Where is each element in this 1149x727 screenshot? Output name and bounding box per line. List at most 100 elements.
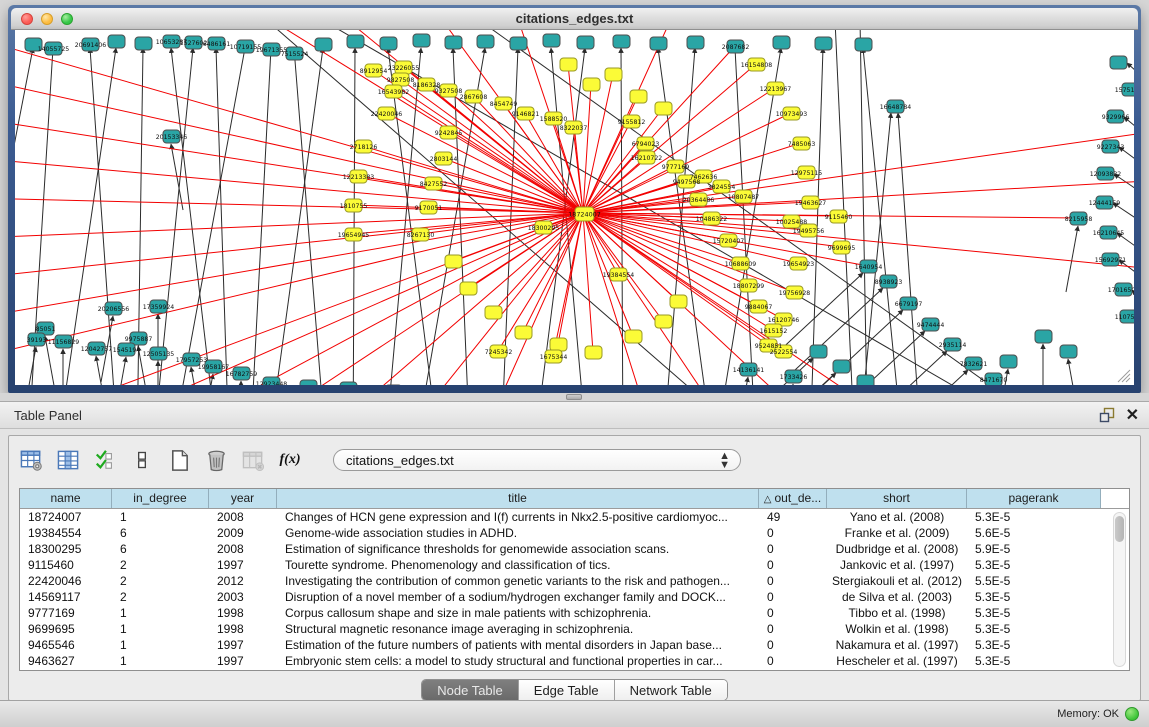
- table-cell[interactable]: Wolkin et al. (1998): [827, 621, 967, 637]
- table-mode-icon[interactable]: [19, 448, 43, 472]
- function-builder-icon[interactable]: f(x): [278, 448, 302, 472]
- graph-node[interactable]: [1035, 330, 1052, 343]
- graph-node[interactable]: [445, 255, 462, 268]
- table-cell[interactable]: 0: [759, 637, 827, 653]
- table-cell[interactable]: 1997: [209, 653, 277, 669]
- table-row[interactable]: 1872400712008Changes of HCN gene express…: [20, 509, 1129, 525]
- table-cell[interactable]: 1998: [209, 605, 277, 621]
- table-cell[interactable]: 49: [759, 509, 827, 525]
- table-row[interactable]: 1830029562008Estimation of significance …: [20, 541, 1129, 557]
- table-cell[interactable]: 0: [759, 573, 827, 589]
- graph-node[interactable]: [108, 35, 125, 48]
- graph-node[interactable]: [1110, 56, 1127, 69]
- table-cell[interactable]: Estimation of the future numbers of pati…: [277, 637, 759, 653]
- graph-node[interactable]: [687, 36, 704, 49]
- table-row[interactable]: 1456911722003Disruption of a novel membe…: [20, 589, 1129, 605]
- table-cell[interactable]: 9463627: [20, 653, 112, 669]
- table-cell[interactable]: 19384554: [20, 525, 112, 541]
- table-cell[interactable]: Changes of HCN gene expression and I(f) …: [277, 509, 759, 525]
- table-cell[interactable]: 5.3E-5: [967, 653, 1101, 669]
- column-header-title[interactable]: title: [277, 489, 759, 508]
- graph-node[interactable]: [815, 37, 832, 50]
- graph-node[interactable]: [833, 360, 850, 373]
- graph-node[interactable]: [413, 34, 430, 47]
- network-graph[interactable]: 1872400714055725206914061065328715276026…: [15, 30, 1134, 385]
- graph-node[interactable]: [773, 36, 790, 49]
- table-cell[interactable]: 2: [112, 589, 209, 605]
- network-canvas[interactable]: 1872400714055725206914061065328715276026…: [15, 30, 1134, 385]
- table-cell[interactable]: 2: [112, 573, 209, 589]
- table-cell[interactable]: 0: [759, 621, 827, 637]
- table-cell[interactable]: Franke et al. (2009): [827, 525, 967, 541]
- table-cell[interactable]: 1: [112, 653, 209, 669]
- table-cell[interactable]: 5.9E-5: [967, 541, 1101, 557]
- new-document-icon[interactable]: [167, 448, 191, 472]
- table-row[interactable]: 969969511998Structural magnetic resonanc…: [20, 621, 1129, 637]
- tab-node-table[interactable]: Node Table: [422, 680, 519, 700]
- table-cell[interactable]: 5.3E-5: [967, 605, 1101, 621]
- graph-node[interactable]: [340, 382, 357, 385]
- column-header-in_degree[interactable]: in_degree: [112, 489, 209, 508]
- table-cell[interactable]: Disruption of a novel member of a sodium…: [277, 589, 759, 605]
- graph-node[interactable]: [477, 35, 494, 48]
- graph-node[interactable]: [380, 37, 397, 50]
- graph-node[interactable]: [347, 35, 364, 48]
- table-cell[interactable]: de Silva et al. (2003): [827, 589, 967, 605]
- tab-network-table[interactable]: Network Table: [615, 680, 727, 700]
- table-row[interactable]: 2242004622012Investigating the contribut…: [20, 573, 1129, 589]
- table-cell[interactable]: 0: [759, 557, 827, 573]
- graph-node[interactable]: [625, 330, 642, 343]
- table-cell[interactable]: 1: [112, 621, 209, 637]
- table-cell[interactable]: 9115460: [20, 557, 112, 573]
- table-cell[interactable]: 5.3E-5: [967, 557, 1101, 573]
- table-cell[interactable]: Structural magnetic resonance image aver…: [277, 621, 759, 637]
- table-cell[interactable]: 22420046: [20, 573, 112, 589]
- graph-node[interactable]: [135, 37, 152, 50]
- table-row[interactable]: 946362711997Embryonic stem cells: a mode…: [20, 653, 1129, 669]
- table-cell[interactable]: Nakamura et al. (1997): [827, 637, 967, 653]
- graph-node[interactable]: [515, 326, 532, 339]
- table-cell[interactable]: 1997: [209, 557, 277, 573]
- attribute-table[interactable]: namein_degreeyeartitle△out_de...shortpag…: [19, 488, 1130, 671]
- table-row[interactable]: 1938455462009Genome-wide association stu…: [20, 525, 1129, 541]
- graph-node[interactable]: [670, 295, 687, 308]
- table-cell[interactable]: Yano et al. (2008): [827, 509, 967, 525]
- graph-node[interactable]: [300, 380, 317, 385]
- graph-node[interactable]: [550, 338, 567, 351]
- table-cell[interactable]: 6: [112, 525, 209, 541]
- table-cell[interactable]: Hescheler et al. (1997): [827, 653, 967, 669]
- table-cell[interactable]: 2012: [209, 573, 277, 589]
- table-cell[interactable]: Tibbo et al. (1998): [827, 605, 967, 621]
- graph-node[interactable]: [655, 102, 672, 115]
- column-header-name[interactable]: name: [20, 489, 112, 508]
- graph-node[interactable]: [857, 375, 874, 385]
- graph-node[interactable]: [543, 34, 560, 47]
- table-cell[interactable]: Estimation of significance thresholds fo…: [277, 541, 759, 557]
- show-columns-icon[interactable]: [56, 448, 80, 472]
- table-cell[interactable]: 1: [112, 637, 209, 653]
- splitter-handle-icon[interactable]: [566, 394, 582, 400]
- tab-edge-table[interactable]: Edge Table: [519, 680, 615, 700]
- graph-node[interactable]: [613, 35, 630, 48]
- column-header-out_de[interactable]: △out_de...: [759, 489, 827, 508]
- graph-node[interactable]: [577, 36, 594, 49]
- table-cell[interactable]: 5.5E-5: [967, 573, 1101, 589]
- graph-node[interactable]: [810, 345, 827, 358]
- graph-node[interactable]: [1000, 355, 1017, 368]
- table-cell[interactable]: 5.3E-5: [967, 509, 1101, 525]
- float-panel-icon[interactable]: [1099, 407, 1115, 423]
- table-cell[interactable]: Investigating the contribution of common…: [277, 573, 759, 589]
- table-cell[interactable]: 5.3E-5: [967, 621, 1101, 637]
- table-row[interactable]: 911546021997Tourette syndrome. Phenomeno…: [20, 557, 1129, 573]
- table-cell[interactable]: Embryonic stem cells: a model to study s…: [277, 653, 759, 669]
- table-cell[interactable]: 0: [759, 589, 827, 605]
- scrollbar-thumb[interactable]: [1115, 516, 1124, 542]
- table-cell[interactable]: 0: [759, 653, 827, 669]
- table-source-combobox[interactable]: citations_edges.txt ▲▼: [333, 449, 741, 471]
- table-row[interactable]: 977716911998Corpus callosum shape and si…: [20, 605, 1129, 621]
- table-cell[interactable]: 18300295: [20, 541, 112, 557]
- table-cell[interactable]: Genome-wide association studies in ADHD.: [277, 525, 759, 541]
- table-cell[interactable]: 1: [112, 509, 209, 525]
- graph-node[interactable]: [855, 38, 872, 51]
- graph-node[interactable]: [583, 78, 600, 91]
